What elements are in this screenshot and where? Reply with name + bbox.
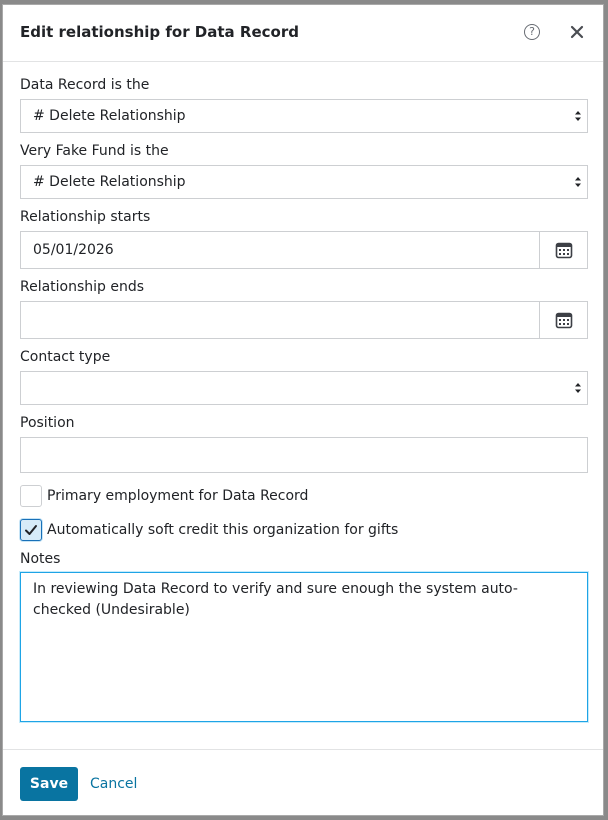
checkmark-icon <box>25 525 37 535</box>
help-icon[interactable]: ? <box>524 24 540 40</box>
edit-relationship-dialog: Edit relationship for Data Record ? Data… <box>2 4 604 816</box>
calendar-icon <box>555 312 573 329</box>
soft-credit-label: Automatically soft credit this organizat… <box>47 522 399 538</box>
record-role-label: Data Record is the <box>20 77 150 93</box>
end-date-label: Relationship ends <box>20 279 145 295</box>
end-date-picker-button[interactable] <box>539 302 587 338</box>
fund-role-label: Very Fake Fund is the <box>20 143 169 159</box>
cancel-button[interactable]: Cancel <box>90 776 137 792</box>
chevron-updown-icon <box>575 111 581 121</box>
record-role-value: # Delete Relationship <box>33 108 186 124</box>
dialog-footer: Save Cancel <box>3 749 603 815</box>
chevron-updown-icon <box>575 177 581 187</box>
save-button[interactable]: Save <box>20 767 78 801</box>
contact-type-select[interactable] <box>20 371 588 405</box>
close-icon[interactable] <box>568 23 586 41</box>
position-input[interactable] <box>20 437 588 473</box>
dialog-header: Edit relationship for Data Record ? <box>3 5 603 62</box>
position-label: Position <box>20 415 75 431</box>
soft-credit-checkbox[interactable] <box>20 519 42 541</box>
end-date-input[interactable] <box>20 301 588 339</box>
primary-employment-checkbox[interactable] <box>20 485 42 507</box>
start-date-label: Relationship starts <box>20 209 151 225</box>
fund-role-value: # Delete Relationship <box>33 174 186 190</box>
notes-label: Notes <box>20 551 61 567</box>
primary-employment-label: Primary employment for Data Record <box>47 488 309 504</box>
record-role-select[interactable]: # Delete Relationship <box>20 99 588 133</box>
start-date-value: 05/01/2026 <box>33 242 114 258</box>
calendar-icon <box>555 242 573 259</box>
fund-role-select[interactable]: # Delete Relationship <box>20 165 588 199</box>
dialog-title: Edit relationship for Data Record <box>20 23 299 41</box>
contact-type-label: Contact type <box>20 349 111 365</box>
notes-textarea[interactable]: In reviewing Data Record to verify and s… <box>20 572 588 722</box>
start-date-input[interactable]: 05/01/2026 <box>20 231 588 269</box>
chevron-updown-icon <box>575 383 581 393</box>
start-date-picker-button[interactable] <box>539 232 587 268</box>
